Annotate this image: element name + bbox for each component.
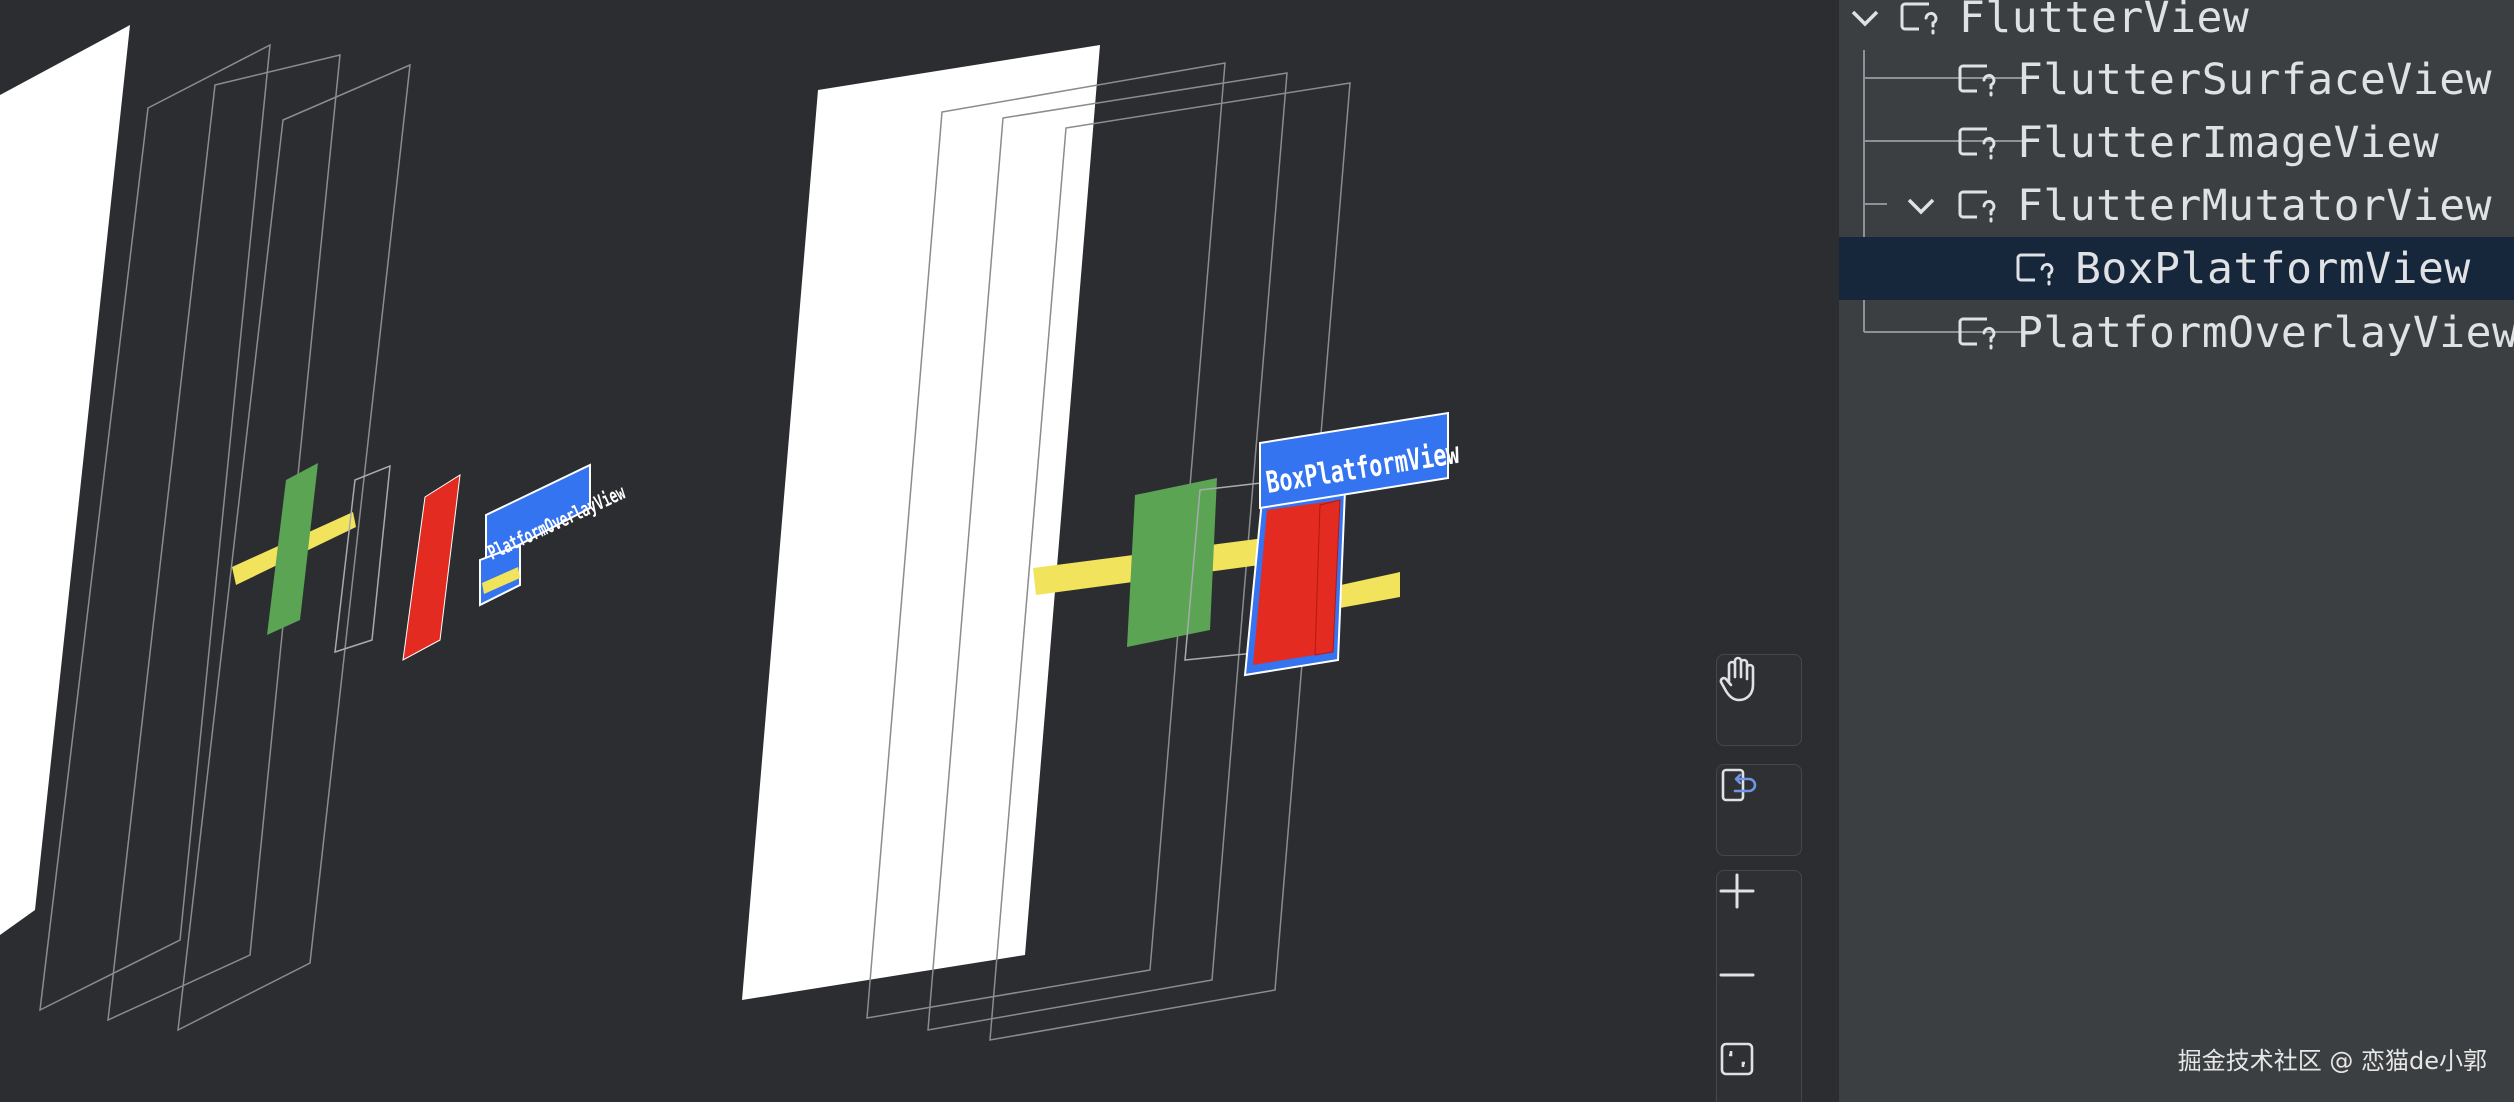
- 3d-layer-canvas[interactable]: PlatformOverlayView BoxPlatformView: [0, 0, 1838, 1102]
- tree-item-boxplatformview[interactable]: BoxPlatformView: [1839, 237, 2514, 300]
- zoom-out-button[interactable]: [1717, 955, 1801, 1039]
- right-green-box: [1127, 478, 1217, 647]
- right-white-layer: [742, 45, 1100, 1000]
- tree-item-label: FlutterMutatorView: [2017, 180, 2492, 231]
- tree-item-label: PlatformOverlayView: [2017, 307, 2514, 358]
- reset-view-button[interactable]: [1716, 764, 1802, 856]
- view-unknown-icon: [1958, 190, 1996, 223]
- pan-mode-button[interactable]: [1716, 654, 1802, 746]
- tree-item-label: FlutterView: [1959, 0, 2250, 43]
- watermark: 掘金技术社区 @ 恋猫de小郭: [2177, 1047, 2487, 1075]
- tree-item-flutterview[interactable]: FlutterView: [1839, 0, 2514, 49]
- view-unknown-icon: [1958, 317, 1996, 350]
- tree-item-label: FlutterSurfaceView: [2017, 54, 2492, 105]
- fit-screen-button[interactable]: [1717, 1039, 1801, 1102]
- hand-icon: [1719, 656, 1755, 702]
- layout-inspector: PlatformOverlayView BoxPlatformView Flut…: [0, 0, 2514, 1102]
- fit-screen-icon: [1720, 1042, 1754, 1076]
- zoom-in-button[interactable]: [1717, 871, 1801, 955]
- tree-item-platformoverlayview[interactable]: PlatformOverlayView: [1839, 301, 2514, 364]
- chevron-down-icon[interactable]: [1901, 186, 1941, 226]
- minus-icon: [1719, 973, 1755, 977]
- chevron-down-icon[interactable]: [1845, 0, 1885, 38]
- component-tree-panel: FlutterView FlutterSurfaceView FlutterIm…: [1838, 0, 2514, 1102]
- zoom-controls: [1716, 870, 1802, 1102]
- reset-view-icon: [1721, 768, 1757, 802]
- tree-item-fluttermutatorview[interactable]: FlutterMutatorView: [1839, 174, 2514, 237]
- tree-item-label: BoxPlatformView: [2075, 243, 2471, 294]
- view-unknown-icon: [1958, 127, 1996, 160]
- view-unknown-icon: [2016, 253, 2054, 286]
- left-red-box: [402, 474, 461, 661]
- tree-item-flutterimageview[interactable]: FlutterImageView: [1839, 111, 2514, 174]
- plus-icon: [1719, 873, 1755, 909]
- view-unknown-icon: [1958, 64, 1996, 97]
- tree-item-label: FlutterImageView: [2017, 117, 2440, 168]
- tree-item-fluttersurfaceview[interactable]: FlutterSurfaceView: [1839, 48, 2514, 111]
- view-unknown-icon: [1900, 2, 1938, 35]
